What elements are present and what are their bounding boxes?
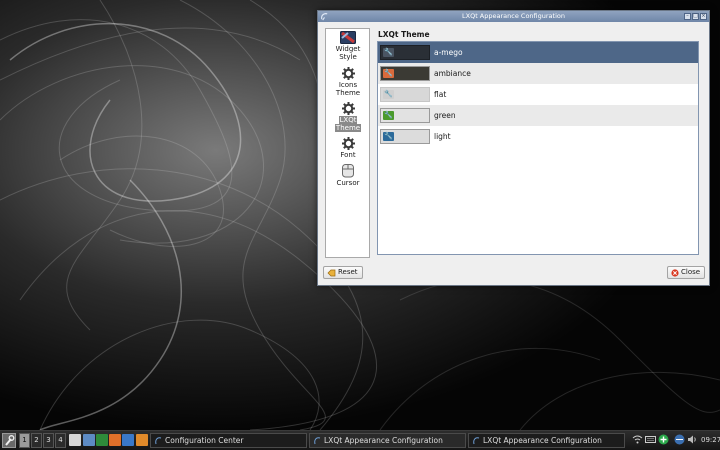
sidebar-item-label: Style [339, 53, 357, 61]
wrench-icon: 🔧 [383, 69, 394, 78]
appearance-window: LXQt Appearance Configuration – □ × Widg… [317, 10, 710, 286]
task-label: LXQt Appearance Configuration [324, 436, 443, 445]
sidebar-item-label: Theme [335, 89, 361, 97]
theme-preview: 🔧 [380, 66, 430, 81]
network-icon[interactable] [674, 434, 685, 445]
sidebar-item-font[interactable]: Font [328, 137, 368, 159]
gear-icon [341, 137, 355, 150]
close-icon [671, 268, 679, 277]
app-icon [321, 13, 328, 21]
app-icon [473, 436, 480, 444]
task-appearance-config-1[interactable]: LXQt Appearance Configuration [309, 433, 466, 448]
task-label: LXQt Appearance Configuration [483, 436, 602, 445]
gear-icon [341, 102, 355, 115]
window-titlebar[interactable]: LXQt Appearance Configuration – □ × [318, 11, 709, 22]
reset-button[interactable]: Reset [323, 266, 363, 279]
sidebar-item-label: Widget [335, 45, 361, 53]
media-player-icon[interactable] [136, 434, 148, 446]
theme-row-light[interactable]: 🔧 light [378, 126, 698, 147]
wrench-icon: 🔧 [383, 111, 394, 120]
wrench-icon: 🔧 [383, 48, 394, 57]
theme-preview: 🔧 [380, 45, 430, 60]
task-label: Configuration Center [165, 436, 244, 445]
close-button[interactable]: Close [667, 266, 706, 279]
sidebar-item-widget-style[interactable]: Widget Style [328, 31, 368, 61]
wrench-icon [5, 435, 15, 446]
theme-name: a-mego [434, 48, 463, 57]
firefox-icon[interactable] [109, 434, 121, 446]
theme-row-flat[interactable]: 🔧 flat [378, 84, 698, 105]
theme-name: green [434, 111, 456, 120]
settings-sidebar: Widget Style Icons Theme LXQt Theme Font… [325, 28, 370, 258]
theme-list[interactable]: 🔧 a-mego 🔧 ambiance 🔧 flat 🔧 green 🔧 lig… [377, 41, 699, 255]
wrench-icon: 🔧 [383, 90, 394, 99]
theme-row-green[interactable]: 🔧 green [378, 105, 698, 126]
sidebar-item-label: Font [340, 151, 356, 159]
theme-preview: 🔧 [380, 108, 430, 123]
desktop-switch-2[interactable]: 2 [31, 433, 42, 448]
terminal-icon[interactable] [96, 434, 108, 446]
wifi-icon[interactable] [632, 434, 643, 445]
reset-button-label: Reset [338, 268, 358, 276]
sidebar-item-label: Theme [334, 124, 362, 132]
theme-row-a-mego[interactable]: 🔧 a-mego [378, 42, 698, 63]
sidebar-item-label: Icons [338, 81, 358, 89]
reset-icon [327, 269, 336, 276]
mail-icon[interactable] [122, 434, 134, 446]
close-button-label: Close [681, 268, 701, 276]
keyboard-icon[interactable] [645, 434, 656, 445]
sidebar-item-label: Cursor [336, 179, 360, 187]
desktop-switch-1[interactable]: 1 [19, 433, 30, 448]
volume-icon[interactable] [687, 434, 698, 445]
sidebar-item-lxqt-theme[interactable]: LXQt Theme [328, 102, 368, 132]
theme-preview: 🔧 [380, 129, 430, 144]
wrench-icon: 🔧 [383, 132, 394, 141]
theme-name: flat [434, 90, 447, 99]
sidebar-item-cursor[interactable]: Cursor [328, 163, 368, 187]
cursor-icon [342, 164, 354, 178]
window-title: LXQt Appearance Configuration [462, 12, 565, 20]
sidebar-item-label: LXQt [338, 116, 358, 124]
theme-preview: 🔧 [380, 87, 430, 102]
file-manager-icon[interactable] [83, 434, 95, 446]
taskbar: 1 2 3 4 Configuration Center LXQt Appear… [0, 430, 720, 450]
widget-style-icon [340, 31, 356, 44]
clock[interactable]: 09:27 [701, 436, 720, 444]
theme-row-ambiance[interactable]: 🔧 ambiance [378, 63, 698, 84]
task-configuration-center[interactable]: Configuration Center [150, 433, 307, 448]
task-appearance-config-2[interactable]: LXQt Appearance Configuration [468, 433, 625, 448]
app-icon [314, 436, 321, 444]
minimize-button[interactable]: – [684, 13, 691, 20]
start-menu-button[interactable] [2, 433, 16, 448]
theme-name: light [434, 132, 451, 141]
close-window-button[interactable]: × [700, 13, 707, 20]
section-title: LXQt Theme [378, 30, 430, 39]
show-desktop-icon[interactable] [69, 434, 81, 446]
sidebar-item-icons-theme[interactable]: Icons Theme [328, 67, 368, 97]
gear-icon [341, 67, 355, 80]
maximize-button[interactable]: □ [692, 13, 699, 20]
app-icon [155, 436, 162, 444]
theme-name: ambiance [434, 69, 471, 78]
desktop-switch-3[interactable]: 3 [43, 433, 54, 448]
desktop-switch-4[interactable]: 4 [55, 433, 66, 448]
update-icon[interactable] [658, 434, 669, 445]
